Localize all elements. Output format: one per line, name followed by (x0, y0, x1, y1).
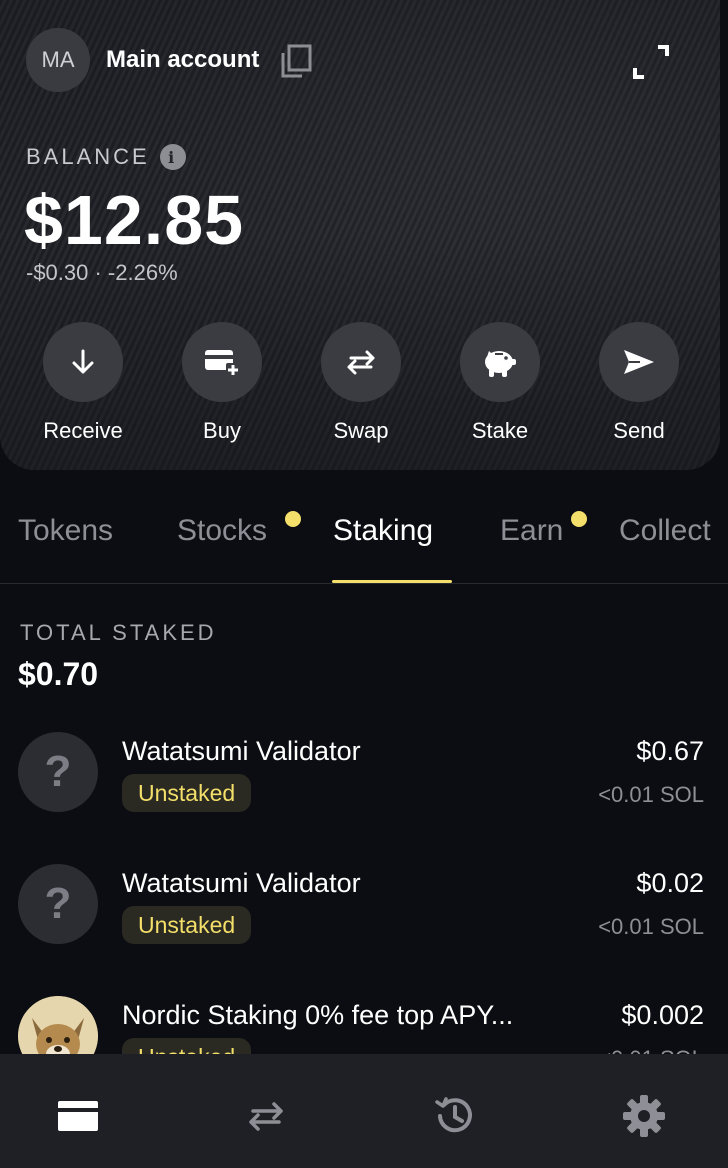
tab-collectibles[interactable]: Collect (619, 514, 711, 548)
total-staked-value: $0.70 (18, 656, 99, 692)
stake-sol-value: <0.01 SOL (598, 914, 704, 939)
action-bar: Receive Buy Swap Stake Send (0, 322, 720, 452)
status-badge: Unstaked (122, 1038, 252, 1054)
piggy-bank-icon (460, 322, 540, 402)
tab-earn[interactable]: Earn (500, 514, 563, 548)
tab-stocks-notification-dot (285, 511, 301, 527)
tab-staking[interactable]: Staking (333, 514, 433, 548)
status-badge: Unstaked (122, 906, 252, 944)
avatar[interactable]: MA (26, 28, 90, 92)
swap-button[interactable]: Swap (296, 322, 426, 444)
copy-icon[interactable] (280, 44, 312, 78)
tab-tokens[interactable]: Tokens (18, 514, 113, 548)
tab-stocks[interactable]: Stocks (177, 514, 267, 548)
list-item[interactable]: ? Watatsumi Validator Unstaked $0.02 <0.… (0, 852, 728, 984)
swap-icon (321, 322, 401, 402)
receive-button[interactable]: Receive (18, 322, 148, 444)
swap-icon[interactable] (242, 1092, 290, 1140)
unknown-validator-icon: ? (18, 732, 98, 812)
total-staked-label: TOTAL STAKED (20, 620, 217, 645)
buy-label: Buy (203, 418, 241, 443)
gear-icon[interactable] (620, 1092, 668, 1140)
tab-earn-notification-dot (571, 511, 587, 527)
stake-sol-value: <0.01 SOL (598, 1046, 704, 1054)
stake-label: Stake (471, 418, 529, 443)
wolf-logo-icon (18, 996, 98, 1054)
status-badge: Unstaked (122, 774, 252, 812)
stake-usd-value: $0.67 (636, 736, 704, 766)
balance-label-text: BALANCE (26, 144, 150, 169)
stake-usd-value: $0.02 (636, 868, 704, 898)
stake-button[interactable]: Stake (435, 322, 565, 444)
balance-label: BALANCE i (26, 144, 186, 170)
history-icon[interactable] (430, 1092, 478, 1140)
list-item[interactable]: Nordic Staking 0% fee top APY... Unstake… (0, 984, 728, 1054)
staking-list: ? Watatsumi Validator Unstaked $0.67 <0.… (0, 720, 728, 1054)
balance-change: -$0.30 · -2.26% (26, 260, 178, 285)
stake-sol-value: <0.01 SOL (598, 782, 704, 807)
send-label: Send (613, 418, 665, 443)
asset-tabs: Tokens Stocks Staking Earn Collect (0, 500, 728, 584)
list-item[interactable]: ? Watatsumi Validator Unstaked $0.67 <0.… (0, 720, 728, 852)
buy-button[interactable]: Buy (157, 322, 287, 444)
unknown-validator-icon: ? (18, 864, 98, 944)
card-plus-icon (182, 322, 262, 402)
balance-value: $12.85 (24, 181, 245, 259)
stake-usd-value: $0.002 (621, 1000, 704, 1030)
validator-name: Watatsumi Validator (122, 868, 361, 898)
validator-name: Nordic Staking 0% fee top APY... (122, 1000, 514, 1030)
account-header: MA Main account BALANCE i $12.85 -$0.30 … (0, 0, 720, 470)
info-icon[interactable]: i (159, 144, 186, 170)
send-button[interactable]: Send (574, 322, 704, 444)
wallet-icon[interactable] (54, 1092, 102, 1140)
active-tab-indicator (332, 580, 452, 583)
swap-label: Swap (333, 418, 389, 443)
expand-icon[interactable] (632, 44, 670, 80)
avatar-initials: MA (41, 47, 75, 72)
validator-name: Watatsumi Validator (122, 736, 361, 766)
send-icon (599, 322, 679, 402)
receive-label: Receive (43, 418, 123, 443)
account-name[interactable]: Main account (106, 46, 259, 74)
arrow-down-icon (43, 322, 123, 402)
bottom-nav (0, 1054, 728, 1168)
